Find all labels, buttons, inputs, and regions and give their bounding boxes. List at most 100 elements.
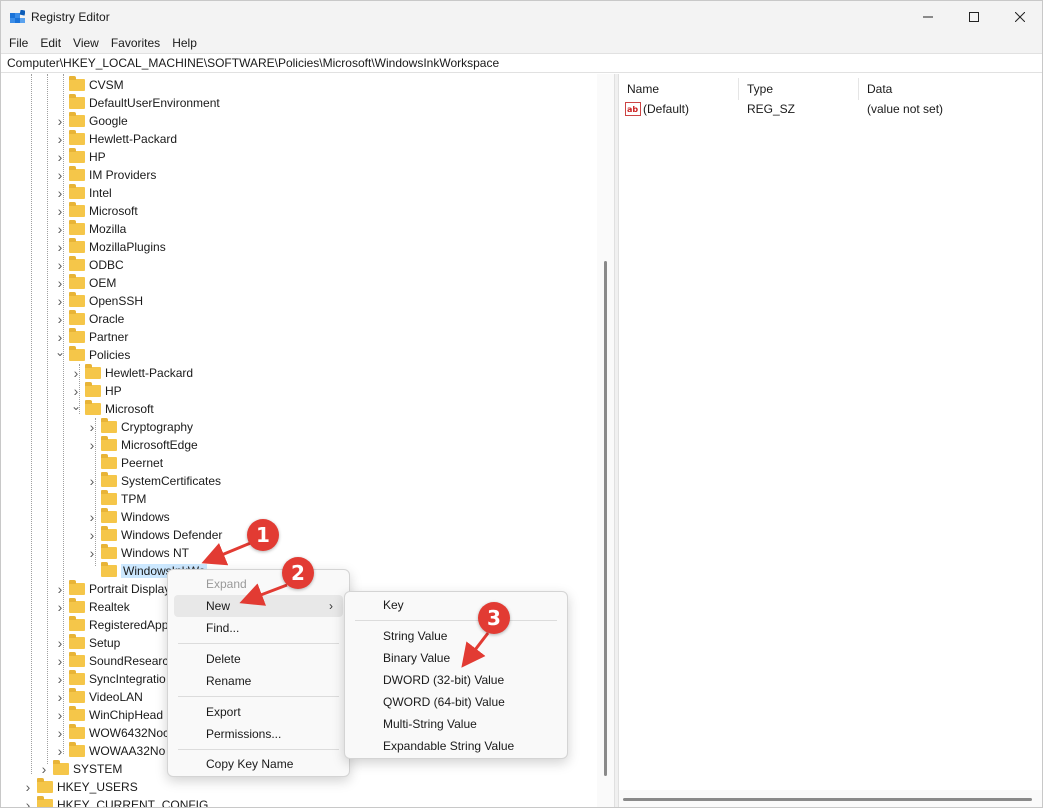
chevron-right-icon[interactable]: › [23, 778, 33, 796]
chevron-right-icon[interactable]: › [55, 130, 65, 148]
tree-item[interactable]: › HP [55, 148, 106, 166]
tree-item[interactable]: › HKEY_CURRENT_CONFIG [23, 796, 208, 807]
menu-item-delete[interactable]: Delete [174, 648, 343, 670]
tree-item[interactable]: › Hewlett-Packard [55, 130, 177, 148]
chevron-right-icon[interactable]: › [71, 364, 81, 382]
chevron-right-icon[interactable]: › [55, 580, 65, 598]
tree-item[interactable]: › Partner [55, 328, 128, 346]
menu-view[interactable]: View [67, 33, 105, 53]
tree-scroll-thumb[interactable] [604, 261, 607, 776]
maximize-button[interactable] [951, 1, 997, 33]
chevron-right-icon[interactable]: › [55, 706, 65, 724]
chevron-right-icon[interactable]: › [55, 724, 65, 742]
tree-item[interactable]: › Microsoft [55, 202, 138, 220]
list-scroll-thumb[interactable] [623, 798, 1032, 801]
tree-item[interactable]: › IM Providers [55, 166, 156, 184]
submenu-item-expandable-string-value[interactable]: Expandable String Value [351, 735, 561, 757]
minimize-button[interactable] [905, 1, 951, 33]
submenu-item-dword-value[interactable]: DWORD (32-bit) Value [351, 669, 561, 691]
chevron-right-icon[interactable]: › [55, 310, 65, 328]
tree-item[interactable]: › SyncIntegratio [55, 670, 166, 688]
tree-item[interactable]: › Windows [87, 508, 170, 526]
menu-favorites[interactable]: Favorites [105, 33, 166, 53]
chevron-right-icon[interactable]: › [55, 202, 65, 220]
tree-item[interactable]: › Setup [55, 634, 120, 652]
column-header-name[interactable]: Name [619, 78, 739, 100]
tree-item[interactable]: › OEM [55, 274, 116, 292]
chevron-right-icon[interactable]: › [55, 238, 65, 256]
tree-item[interactable]: › Intel [55, 184, 112, 202]
chevron-right-icon[interactable]: › [55, 256, 65, 274]
chevron-right-icon[interactable]: › [55, 742, 65, 760]
chevron-right-icon[interactable]: › [87, 418, 97, 436]
tree-item[interactable]: CVSM [55, 76, 124, 94]
chevron-down-icon[interactable]: ⌄ [55, 343, 65, 361]
chevron-right-icon[interactable]: › [55, 652, 65, 670]
tree-item[interactable]: › Windows NT [87, 544, 189, 562]
tree-item[interactable]: › Realtek [55, 598, 130, 616]
tree-item[interactable]: › ODBC [55, 256, 124, 274]
column-header-type[interactable]: Type [739, 78, 859, 100]
tree-item[interactable]: › MicrosoftEdge [87, 436, 198, 454]
menu-item-expand[interactable]: Expand [174, 573, 343, 595]
submenu-item-qword-value[interactable]: QWORD (64-bit) Value [351, 691, 561, 713]
tree-item[interactable]: RegisteredApp [55, 616, 168, 634]
chevron-right-icon[interactable]: › [87, 526, 97, 544]
values-list-pane[interactable]: Name Type Data ab (Default) REG_SZ (valu… [619, 74, 1042, 807]
tree-item[interactable]: › SYSTEM [39, 760, 122, 778]
menu-item-rename[interactable]: Rename [174, 670, 343, 692]
chevron-down-icon[interactable]: ⌄ [71, 397, 81, 415]
submenu-item-key[interactable]: Key [351, 594, 561, 616]
submenu-item-binary-value[interactable]: Binary Value [351, 647, 561, 669]
tree-item[interactable]: › MozillaPlugins [55, 238, 166, 256]
tree-item[interactable]: › Windows Defender [87, 526, 222, 544]
submenu-item-multi-string-value[interactable]: Multi-String Value [351, 713, 561, 735]
tree-item[interactable]: › Cryptography [87, 418, 193, 436]
chevron-right-icon[interactable]: › [55, 112, 65, 130]
menu-edit[interactable]: Edit [34, 33, 67, 53]
chevron-right-icon[interactable]: › [87, 472, 97, 490]
submenu-item-string-value[interactable]: String Value [351, 625, 561, 647]
tree-item[interactable]: › WinChipHead [55, 706, 163, 724]
chevron-right-icon[interactable]: › [55, 166, 65, 184]
tree-item[interactable]: › Google [55, 112, 128, 130]
chevron-right-icon[interactable]: › [55, 598, 65, 616]
tree-item[interactable]: › OpenSSH [55, 292, 143, 310]
menu-item-permissions[interactable]: Permissions... [174, 723, 343, 745]
menu-file[interactable]: File [3, 33, 34, 53]
tree-item[interactable]: › Mozilla [55, 220, 126, 238]
chevron-right-icon[interactable]: › [55, 688, 65, 706]
tree-item[interactable]: DefaultUserEnvironment [55, 94, 220, 112]
tree-item[interactable]: › Oracle [55, 310, 124, 328]
tree-item[interactable]: Peernet [87, 454, 163, 472]
menu-item-copy-key-name[interactable]: Copy Key Name [174, 753, 343, 775]
tree-item[interactable]: › Hewlett-Packard [71, 364, 193, 382]
chevron-right-icon[interactable]: › [23, 796, 33, 807]
address-bar[interactable]: Computer\HKEY_LOCAL_MACHINE\SOFTWARE\Pol… [1, 53, 1042, 73]
chevron-right-icon[interactable]: › [87, 544, 97, 562]
chevron-right-icon[interactable]: › [55, 220, 65, 238]
chevron-right-icon[interactable]: › [87, 508, 97, 526]
list-horizontal-scrollbar[interactable] [619, 790, 1042, 807]
chevron-right-icon[interactable]: › [55, 148, 65, 166]
tree-item[interactable]: › SoundResearc [55, 652, 168, 670]
tree-vertical-scrollbar[interactable] [597, 74, 614, 807]
chevron-right-icon[interactable]: › [39, 760, 49, 778]
chevron-right-icon[interactable]: › [55, 184, 65, 202]
menu-item-new[interactable]: New › [174, 595, 343, 617]
tree-item[interactable]: TPM [87, 490, 146, 508]
menu-item-find[interactable]: Find... [174, 617, 343, 639]
tree-item[interactable]: › SystemCertificates [87, 472, 221, 490]
tree-item[interactable]: › Portrait Display [55, 580, 170, 598]
tree-item[interactable]: › HKEY_USERS [23, 778, 138, 796]
chevron-right-icon[interactable]: › [55, 274, 65, 292]
chevron-right-icon[interactable]: › [87, 436, 97, 454]
chevron-right-icon[interactable]: › [55, 292, 65, 310]
chevron-right-icon[interactable]: › [55, 634, 65, 652]
column-header-data[interactable]: Data [859, 78, 1042, 100]
tree-item[interactable]: ⌄ Policies [55, 343, 130, 364]
tree-item[interactable]: › WOWAA32No [55, 742, 165, 760]
menu-help[interactable]: Help [166, 33, 203, 53]
list-row[interactable]: ab (Default) REG_SZ (value not set) [619, 100, 1042, 118]
tree-item[interactable]: › WOW6432Noc [55, 724, 169, 742]
